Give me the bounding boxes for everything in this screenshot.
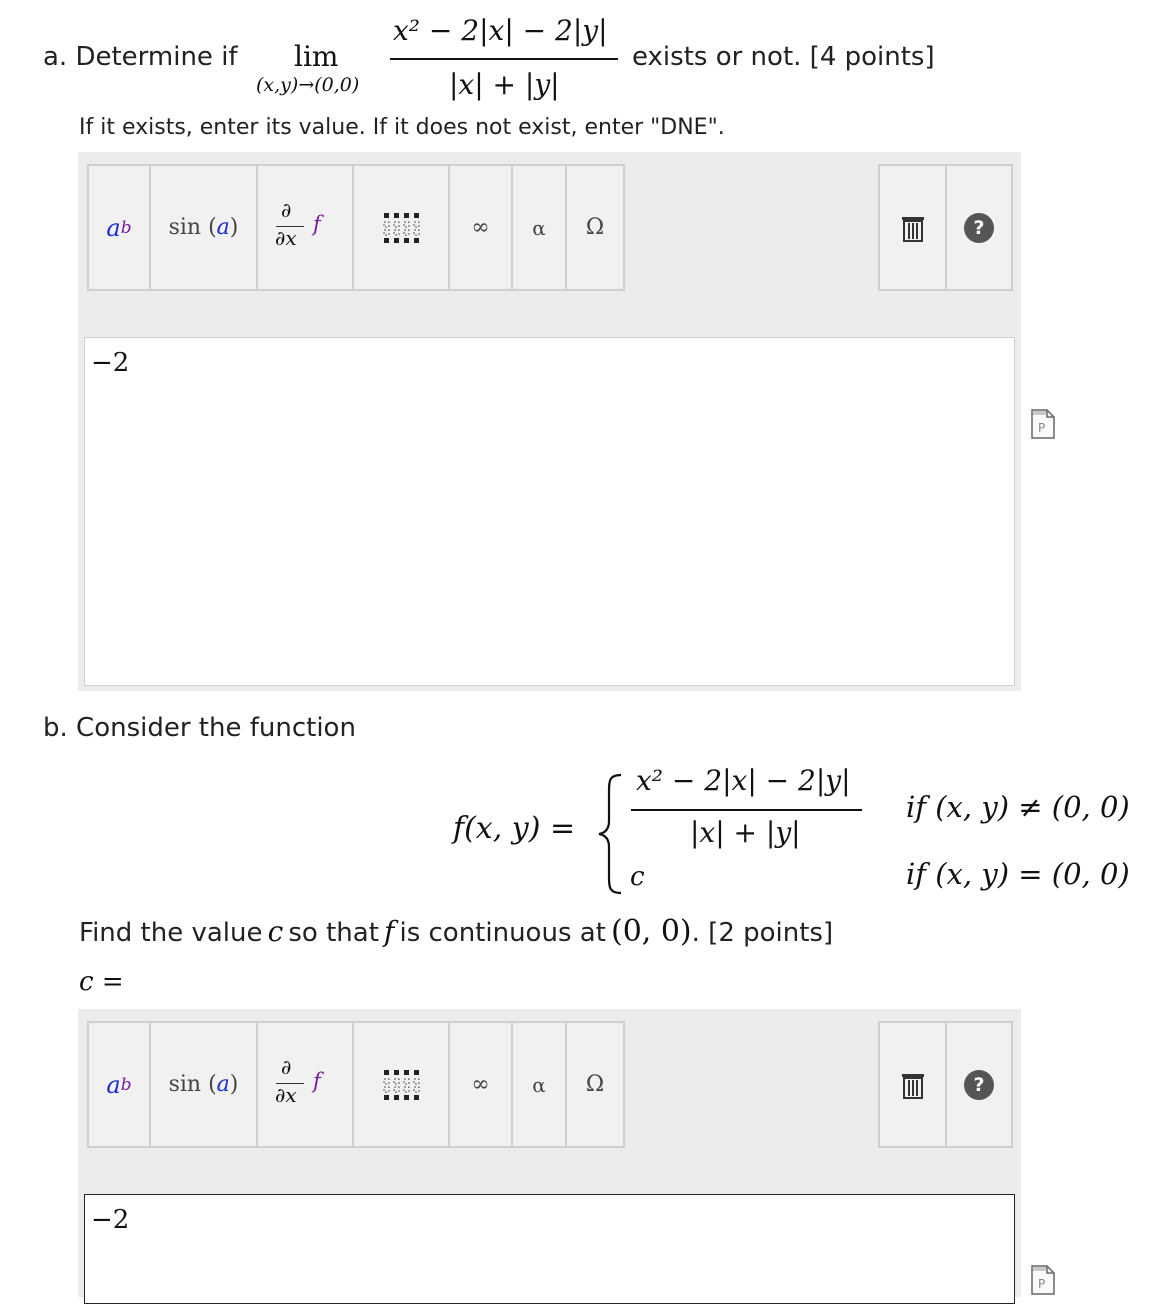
limit-numerator: x² − 2|x| − 2|y| xyxy=(393,14,608,47)
answer-value-b: −2 xyxy=(91,1205,130,1235)
partial-derivative-button[interactable]: ∂ ∂x f xyxy=(258,166,354,289)
infinity-button[interactable]: ∞ xyxy=(450,166,513,289)
matrix-icon xyxy=(383,1069,420,1100)
trash-icon xyxy=(901,216,924,242)
answer-panel-b: ab sin (a) ∂ ∂x f ∞ α Ω ? −2 xyxy=(78,1009,1021,1304)
trash-icon xyxy=(901,1073,924,1099)
part-b-prefix: b. Consider the function xyxy=(43,713,356,743)
omega-button[interactable]: Ω xyxy=(567,166,623,289)
case1-fraction-bar xyxy=(631,809,862,811)
help-icon: ? xyxy=(964,212,994,243)
partial-derivative-button[interactable]: ∂ ∂x f xyxy=(258,1023,354,1146)
toolbar-group-main: ab sin (a) ∂ ∂x f ∞ α Ω xyxy=(87,164,625,291)
limit-denominator: |x| + |y| xyxy=(449,68,560,101)
alpha-button[interactable]: α xyxy=(513,1023,567,1146)
limit-subscript: (x,y)→(0,0) xyxy=(256,74,360,96)
infinity-button[interactable]: ∞ xyxy=(450,1023,513,1146)
part-a-prefix: a. Determine if xyxy=(43,42,238,72)
help-icon: ? xyxy=(964,1069,994,1100)
function-label: f(x, y) = xyxy=(453,811,576,846)
help-button[interactable]: ? xyxy=(947,166,1011,289)
help-button[interactable]: ? xyxy=(947,1023,1011,1146)
answer-editor-b[interactable]: −2 xyxy=(84,1194,1015,1304)
find-instruction: Find the value c so that f is continuous… xyxy=(79,914,834,949)
case1-numerator: x² − 2|x| − 2|y| xyxy=(636,764,851,797)
svg-text:P: P xyxy=(1038,421,1045,435)
limit-fraction-bar xyxy=(390,58,618,60)
pdf-preview-icon[interactable]: P xyxy=(1031,1265,1055,1295)
answer-value-a: −2 xyxy=(91,348,130,378)
clear-button[interactable] xyxy=(880,1023,947,1146)
clear-button[interactable] xyxy=(880,166,947,289)
piecewise-brace xyxy=(598,773,622,895)
part-a-instruction: If it exists, enter its value. If it doe… xyxy=(79,115,725,140)
limit-word: lim xyxy=(294,40,339,73)
matrix-button[interactable] xyxy=(354,166,450,289)
power-button[interactable]: ab xyxy=(89,166,151,289)
toolbar-group-main: ab sin (a) ∂ ∂x f ∞ α Ω xyxy=(87,1021,625,1148)
answer-editor-a[interactable]: −2 xyxy=(84,337,1015,686)
svg-text:P: P xyxy=(1038,1277,1045,1291)
part-a-suffix: exists or not. [4 points] xyxy=(632,42,935,72)
case1-condition: if (x, y) ≠ (0, 0) xyxy=(906,790,1130,824)
matrix-button[interactable] xyxy=(354,1023,450,1146)
sin-button[interactable]: sin (a) xyxy=(151,1023,258,1146)
sin-button[interactable]: sin (a) xyxy=(151,166,258,289)
case2-condition: if (x, y) = (0, 0) xyxy=(906,857,1130,891)
alpha-button[interactable]: α xyxy=(513,166,567,289)
case2-value: c xyxy=(630,862,645,892)
power-button[interactable]: ab xyxy=(89,1023,151,1146)
c-equals-label: c = xyxy=(79,967,124,997)
toolbar-group-tools: ? xyxy=(878,1021,1013,1148)
matrix-icon xyxy=(383,212,420,243)
answer-panel-a: ab sin (a) ∂ ∂x f ∞ α Ω ? −2 xyxy=(78,152,1021,691)
toolbar-group-tools: ? xyxy=(878,164,1013,291)
case1-denominator: |x| + |y| xyxy=(690,816,801,849)
omega-button[interactable]: Ω xyxy=(567,1023,623,1146)
pdf-preview-icon[interactable]: P xyxy=(1031,409,1055,439)
